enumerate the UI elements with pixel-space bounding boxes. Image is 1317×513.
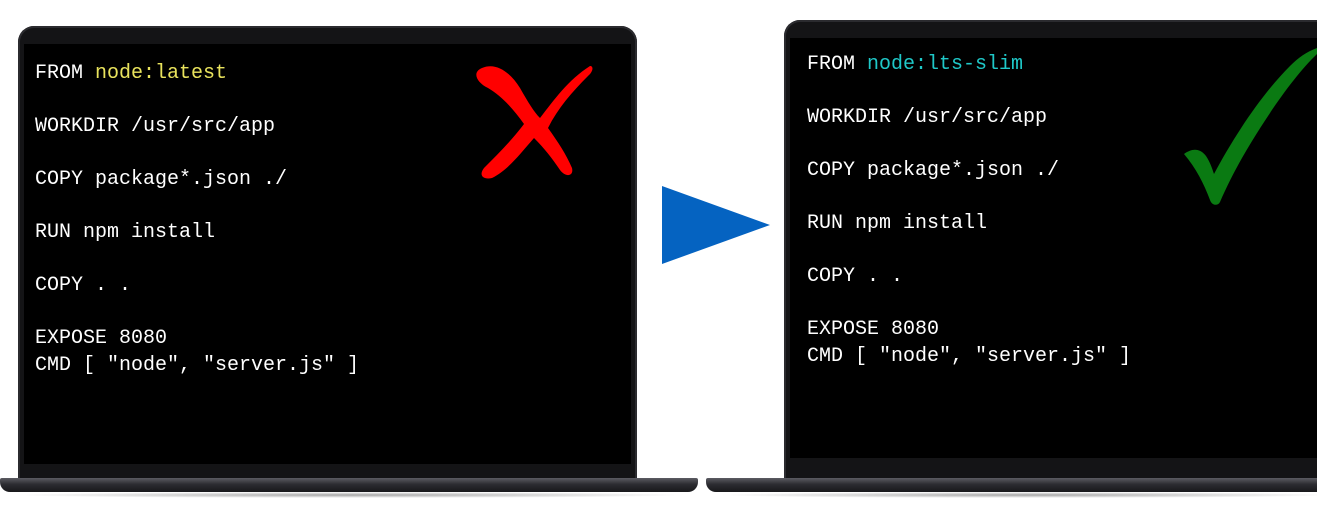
code-line: RUN npm install — [807, 212, 988, 235]
code-line: WORKDIR /usr/src/app — [35, 115, 276, 138]
code-line: WORKDIR /usr/src/app — [807, 106, 1048, 129]
left-dockerfile: FROM node:latest WORKDIR /usr/src/app COPY… — [35, 61, 359, 379]
code-line: CMD [ "node", "server.js" ] — [35, 353, 360, 377]
code-line: FROM node:lts-slim — [807, 53, 1024, 76]
code-line: CMD [ "node", "server.js" ] — [807, 344, 1132, 368]
left-laptop-shadow — [10, 492, 690, 498]
code-line: COPY . . — [35, 274, 132, 297]
play-arrow-icon — [662, 186, 770, 264]
code-line: COPY package*.json ./ — [35, 168, 288, 191]
code-line: RUN npm install — [35, 221, 216, 244]
code-line: EXPOSE 8080 — [35, 327, 168, 350]
check-mark-icon — [1184, 48, 1317, 205]
code-line: COPY . . — [807, 265, 904, 288]
cross-mark-icon — [476, 66, 593, 179]
left-laptop-base — [0, 478, 698, 492]
code-line: COPY package*.json ./ — [807, 159, 1060, 182]
base-image-tag: node:latest — [95, 62, 228, 85]
right-dockerfile: FROM node:lts-slim WORKDIR /usr/src/app CO… — [807, 52, 1131, 370]
right-laptop-base — [706, 478, 1317, 492]
base-image-tag: node:lts-slim — [867, 53, 1024, 76]
code-line: FROM node:latest — [35, 62, 228, 85]
code-line: EXPOSE 8080 — [807, 318, 940, 341]
right-laptop-shadow — [716, 492, 1317, 498]
